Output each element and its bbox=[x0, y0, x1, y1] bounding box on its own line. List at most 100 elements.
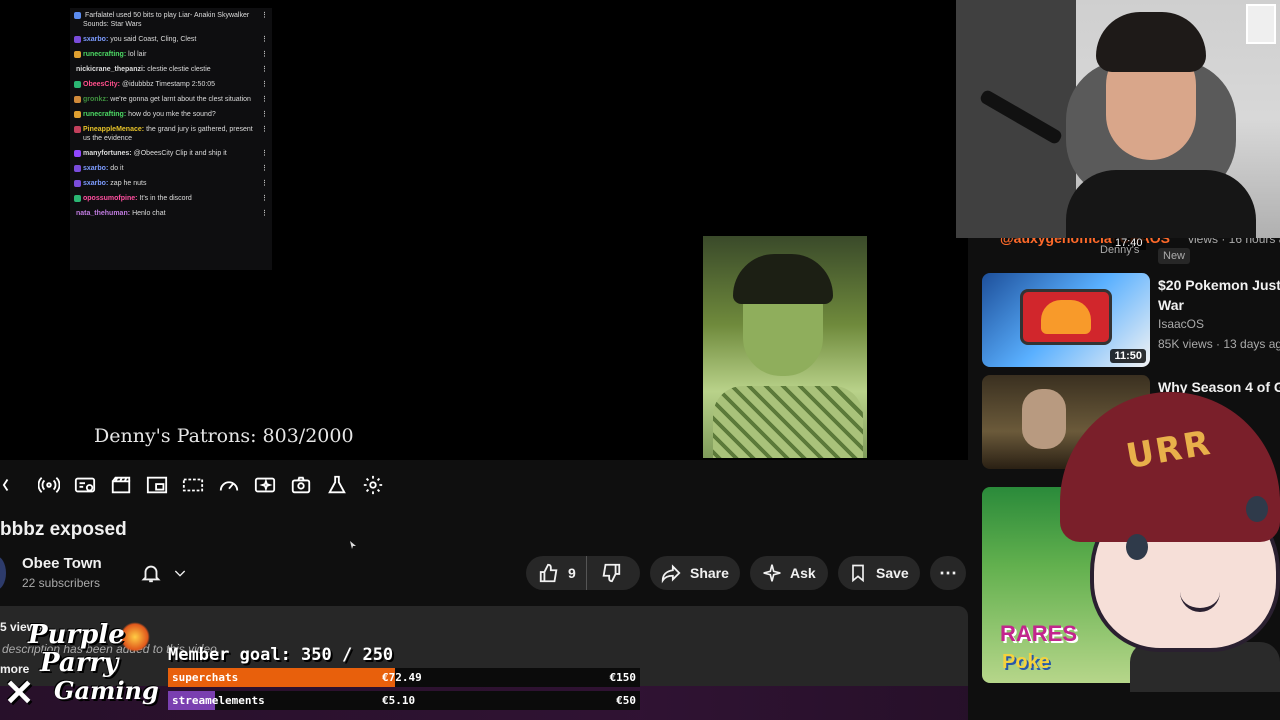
chat-options-icon[interactable]: ⋮ bbox=[261, 50, 268, 59]
chat-options-icon[interactable]: ⋮ bbox=[261, 80, 268, 89]
chat-text: we're gonna get larnt about the clest si… bbox=[110, 96, 251, 103]
labs-icon[interactable] bbox=[324, 472, 350, 498]
chat-options-icon[interactable]: ⋮ bbox=[261, 35, 268, 44]
chat-username: runecrafting: bbox=[83, 111, 127, 118]
patrons-counter: Denny's Patrons: 803/2000 bbox=[94, 425, 354, 447]
chat-text: do it bbox=[110, 165, 124, 172]
goal-name: streamelements bbox=[172, 694, 265, 707]
chat-username: manyfortunes: bbox=[83, 150, 132, 157]
sparkle-icon bbox=[763, 564, 781, 582]
chat-options-icon[interactable]: ⋮ bbox=[261, 179, 268, 188]
chat-options-icon[interactable]: ⋮ bbox=[261, 194, 268, 203]
hair-shape bbox=[1096, 12, 1206, 72]
chat-message-text: runecrafting: lol lair bbox=[83, 50, 146, 59]
member-goal-title: Member goal: 350 / 250 bbox=[168, 645, 394, 665]
chat-options-icon[interactable]: ⋮ bbox=[261, 209, 268, 218]
chat-message-text: gronkz: we're gonna get larnt about the c… bbox=[83, 95, 251, 104]
chat-message: runecrafting: lol lair ⋮ bbox=[70, 47, 272, 62]
settings-icon[interactable] bbox=[360, 472, 386, 498]
chat-options-icon[interactable]: ⋮ bbox=[261, 164, 268, 173]
hair-shape bbox=[733, 254, 833, 304]
video-player[interactable]: Farfalatel used 50 bits to play Liar- An… bbox=[0, 0, 968, 460]
more-actions-button[interactable]: ⋯ bbox=[930, 556, 966, 590]
rec-channel: Denny's bbox=[1100, 244, 1140, 256]
chat-options-icon[interactable]: ⋮ bbox=[261, 149, 268, 158]
chat-text: Farfalatel used 50 bits to play Liar- An… bbox=[83, 12, 250, 28]
ask-button[interactable]: Ask bbox=[750, 556, 828, 590]
crossed-swords-icon: ✕ bbox=[4, 672, 35, 714]
facecam-inset bbox=[703, 236, 867, 458]
share-icon bbox=[661, 564, 681, 584]
mouse-cursor-icon bbox=[350, 541, 356, 549]
chat-username: PineappleMenace: bbox=[83, 126, 145, 133]
save-button[interactable]: Save bbox=[838, 556, 920, 590]
chat-options-icon[interactable]: ⋮ bbox=[261, 11, 268, 20]
chat-options-icon[interactable]: ⋮ bbox=[261, 110, 268, 119]
channel-name[interactable]: Obee Town bbox=[22, 555, 102, 572]
chat-options-icon[interactable]: ⋮ bbox=[261, 65, 268, 74]
chat-username: opossumofpine: bbox=[83, 195, 138, 202]
miniplayer-icon[interactable] bbox=[144, 472, 170, 498]
chat-message: nickicrane_thepanzi: clestie clestie cles… bbox=[70, 62, 272, 77]
logo-line-3: Gaming bbox=[54, 676, 159, 705]
chat-message-text: sxarbo: you said Coast, Cling, Clest bbox=[83, 35, 196, 44]
share-button[interactable]: Share bbox=[650, 556, 740, 590]
screenshot-icon[interactable] bbox=[288, 472, 314, 498]
chapter-icon[interactable] bbox=[0, 472, 26, 498]
chat-text: Henlo chat bbox=[132, 210, 166, 217]
chat-options-icon[interactable]: ⋮ bbox=[261, 95, 268, 104]
console-shape bbox=[1020, 289, 1112, 345]
chat-message: sxarbo: zap he nuts ⋮ bbox=[70, 176, 272, 191]
chat-message: gronkz: we're gonna get larnt about the c… bbox=[70, 92, 272, 107]
chat-message-text: nata_thehuman: Henlo chat bbox=[76, 209, 166, 218]
screen: Farfalatel used 50 bits to play Liar- An… bbox=[0, 0, 1280, 720]
video-title: bbbz exposed bbox=[0, 519, 127, 540]
chat-username: gronkz: bbox=[83, 96, 109, 103]
chat-badge-icon bbox=[74, 12, 81, 19]
chat-text: how do you mke the sound? bbox=[128, 111, 216, 118]
chat-username: sxarbo: bbox=[83, 36, 109, 43]
speed-icon[interactable] bbox=[216, 472, 242, 498]
body-shape bbox=[1066, 170, 1256, 238]
chat-text: you said Coast, Cling, Clest bbox=[110, 36, 197, 43]
ai-effects-icon[interactable] bbox=[252, 472, 278, 498]
superchats-goal-bar: superchats €72.49 €150 bbox=[168, 668, 640, 687]
chat-message: ObeesCity: @idubbbz Timestamp 2:50:05 ⋮ bbox=[70, 77, 272, 92]
chat-badge-icon bbox=[74, 165, 81, 172]
chat-badge-icon bbox=[74, 180, 81, 187]
chat-text: @ObeesCity Clip it and ship it bbox=[133, 150, 227, 157]
like-button[interactable]: 9 bbox=[526, 556, 587, 590]
goal-current: €72.49 bbox=[382, 671, 422, 684]
chat-badge-icon bbox=[74, 81, 81, 88]
notification-bell-button[interactable] bbox=[132, 556, 206, 590]
bookmark-icon bbox=[852, 564, 864, 583]
chat-options-icon[interactable]: ⋮ bbox=[261, 125, 268, 134]
chat-message-text: PineappleMenace: the grand jury is gather… bbox=[83, 125, 258, 143]
thumbs-up-icon bbox=[539, 563, 558, 583]
streamer-webcam bbox=[956, 0, 1280, 238]
chat-username: sxarbo: bbox=[83, 165, 109, 172]
bell-icon bbox=[141, 565, 161, 583]
logo-line-2: Parry bbox=[40, 648, 119, 678]
captions-icon[interactable] bbox=[72, 472, 98, 498]
theater-icon[interactable] bbox=[180, 472, 206, 498]
rec-thumbnail: 11:50 bbox=[982, 273, 1150, 367]
streamelements-goal-bar: streamelements €5.10 €50 bbox=[168, 691, 640, 710]
chat-message-text: sxarbo: zap he nuts bbox=[83, 179, 147, 188]
clapperboard-icon[interactable] bbox=[108, 472, 134, 498]
ask-label: Ask bbox=[790, 565, 816, 581]
recommendation-item[interactable]: 11:50 $20 Pokemon Just War IsaacOS 85K v… bbox=[982, 273, 1280, 369]
player-controls bbox=[0, 466, 386, 504]
chat-badge-icon bbox=[74, 51, 81, 58]
chat-text: @idubbbz Timestamp 2:50:05 bbox=[121, 81, 216, 88]
rec-duration: 11:50 bbox=[1110, 349, 1146, 363]
live-broadcast-icon[interactable] bbox=[36, 472, 62, 498]
rec-channel: IsaacOS bbox=[1158, 317, 1205, 331]
chat-text: clestie clestie clestie bbox=[147, 66, 211, 73]
channel-avatar[interactable] bbox=[0, 556, 6, 590]
wall-frame bbox=[1246, 4, 1276, 44]
chat-badge-icon bbox=[74, 36, 81, 43]
dislike-button[interactable] bbox=[587, 556, 635, 590]
chat-message-text: manyfortunes: @ObeesCity Clip it and ship… bbox=[83, 149, 227, 158]
chat-message-text: sxarbo: do it bbox=[83, 164, 124, 173]
